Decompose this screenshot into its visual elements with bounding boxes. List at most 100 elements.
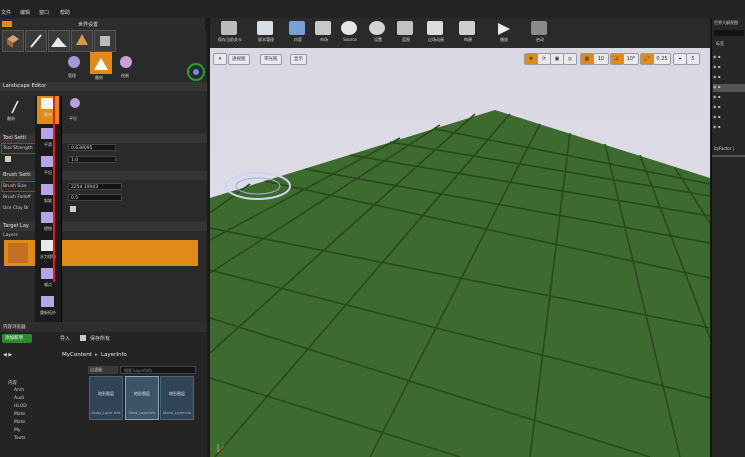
import-button[interactable]: 导入 [60,335,70,342]
landscape-mode-button[interactable] [48,30,70,52]
outliner-row[interactable]: ◉ ▪ [713,114,745,122]
toolbar-label: 播放 [500,37,508,42]
play-button[interactable]: 播放 [486,20,522,46]
tool-item-smooth[interactable]: 平滑 [37,126,59,154]
source-control-button[interactable]: 版本管理 [248,20,284,46]
tree-item[interactable]: 内容 [8,380,17,386]
scale-snap-value[interactable]: 0.25 [653,53,671,65]
tool-item-flatten[interactable]: 平坦 [37,154,59,182]
menu-file[interactable]: 文件 [1,9,11,16]
outliner-row[interactable]: ◉ ▪ [713,54,745,62]
menu-edit[interactable]: 编辑 [20,9,30,16]
level-viewport[interactable] [210,18,710,457]
mode-label-manage: 管理 [68,73,76,78]
tool-item-erosion[interactable]: 侵蚀 [37,210,59,238]
sculpt-mode-button[interactable] [90,52,112,74]
tool-item-retopologize[interactable]: 重新拓扑 [37,294,59,322]
highlight-box [1,143,39,154]
heightmap-thumbnail-icon [8,243,28,263]
paint-layer-icon[interactable] [120,56,132,68]
save-all-button[interactable]: 保存所有 [90,335,110,342]
mode-bar [0,30,120,52]
tree-item[interactable]: Arch [14,388,24,393]
tool-item-ramp[interactable]: 斜坡 [37,182,59,210]
tree-item[interactable]: Mate [14,412,25,417]
tool-settings-header: Tool Setti [0,134,207,143]
grid-snap-icon[interactable]: ▦ [580,53,594,65]
tool-checkbox[interactable] [5,156,11,162]
add-new-button[interactable]: 添加新项 [2,334,32,343]
asset-tile-label: 地形图层 [169,391,185,396]
content-browser-tab[interactable]: 内容浏览器 [3,324,26,330]
outliner-row[interactable]: ◉ ▪ [713,64,745,72]
tool-item-sculpt[interactable]: 雕刻 [37,96,59,124]
manage-mode-icon[interactable] [68,56,80,68]
lit-button[interactable]: 带光照 [260,54,282,65]
tab-world-settings[interactable]: 世界设置 [78,21,98,28]
brush-falloff-field[interactable]: 0.5 [68,194,122,201]
tool-second-field[interactable]: 1.0 [68,156,116,163]
tree-item[interactable]: Texts [14,436,25,441]
outliner-row[interactable]: ◉ ▪ [713,84,745,92]
paint-mode-button[interactable] [25,30,47,52]
heightmap-layer-row[interactable] [4,240,198,266]
use-clay-checkbox[interactable] [70,206,76,212]
scale-icon[interactable]: ▣ [550,53,564,65]
outliner-row[interactable]: ◉ ▪ [713,104,745,112]
rotation-snap-icon[interactable]: ∠ [610,53,624,65]
world-outliner: 世界大纲视图 标签 ◉ ▪ ◉ ▪ ◉ ▪ ◉ ▪ ◉ ▪ ◉ ▪ ◉ ▪ ◉ … [711,18,745,457]
asset-tile-stone[interactable]: 地形图层 Stone_LayerInfo [160,376,194,420]
foliage-mode-button[interactable] [71,30,93,52]
cinematics-button[interactable]: 过场动画 [418,20,454,46]
content-browser-tabbar: 内容浏览器 [0,322,207,332]
transform-icon[interactable]: ✥ [524,53,538,65]
brush-circle-icon[interactable] [70,98,80,108]
tree-item[interactable]: HLOD [14,404,27,409]
world-icon[interactable]: ◎ [563,53,577,65]
launch-button[interactable]: 启动 [522,20,558,46]
path-folder[interactable]: LayerInfo [101,352,127,358]
mode-label-sculpt: 雕刻 [95,75,103,80]
brush-icon [30,34,42,48]
asset-tile-grass[interactable]: 地形图层 Grass_Layer Info [89,376,123,420]
geometry-mode-button[interactable] [94,30,116,52]
rotation-snap-value[interactable]: 10° [623,53,639,65]
mountain-icon [51,37,67,47]
panel-divider [712,155,745,157]
asset-tile-sand[interactable]: 地形图层 Sand_LayerInfo [125,376,159,420]
outliner-row[interactable]: ◉ ▪ [713,94,745,102]
outliner-row[interactable]: ◉ ▪ [713,124,745,132]
viewport-menu-icon[interactable]: ▾ [213,53,227,65]
outliner-search-field[interactable] [714,30,744,36]
grid-snap-value[interactable]: 10 [593,53,609,65]
build-button[interactable]: 构建 [450,20,486,46]
tool-label: 侵蚀 [44,226,52,231]
path-root[interactable]: MyContent [62,352,92,358]
tree-item[interactable]: Mate [14,420,25,425]
camera-speed-value[interactable]: 5 [686,53,700,65]
tree-item[interactable]: My [14,428,21,433]
menu-window[interactable]: 窗口 [39,9,49,16]
perspective-button[interactable]: 透视图 [228,54,250,65]
asset-search-input[interactable]: 搜索 LayerInfo [120,366,196,374]
camera-speed-icon[interactable]: ⌖ [673,53,687,65]
brush-pen-icon[interactable] [10,100,20,114]
landscape-view[interactable] [210,18,710,457]
filter-button[interactable]: 过滤器 [88,366,118,374]
tool-strength-field[interactable]: 0.638095 [68,144,116,151]
rotate-icon[interactable]: ⟳ [537,53,551,65]
place-mode-button[interactable] [2,30,24,52]
tool-item-hydro-erosion[interactable]: 水力侵蚀 [37,238,59,266]
save-current-button[interactable]: 保存当前关卡 [212,20,248,46]
toolbar-label: 过场动画 [428,37,444,42]
menu-help[interactable]: 帮助 [60,9,70,16]
tree-item[interactable]: Audi [14,396,24,401]
toolbar-label: 版本管理 [258,37,274,42]
nav-back-icon[interactable]: ◀ ▶ [3,352,12,358]
tool-item-noise[interactable]: 噪点 [37,266,59,294]
outliner-row[interactable]: ◉ ▪ [713,74,745,82]
asset-tile-sub: Grass_Layer Info [91,411,121,415]
brush-size-field[interactable]: 2254.19043 [68,183,122,190]
scale-snap-icon[interactable]: ⤢ [640,53,654,65]
show-button[interactable]: 显示 [290,54,307,65]
